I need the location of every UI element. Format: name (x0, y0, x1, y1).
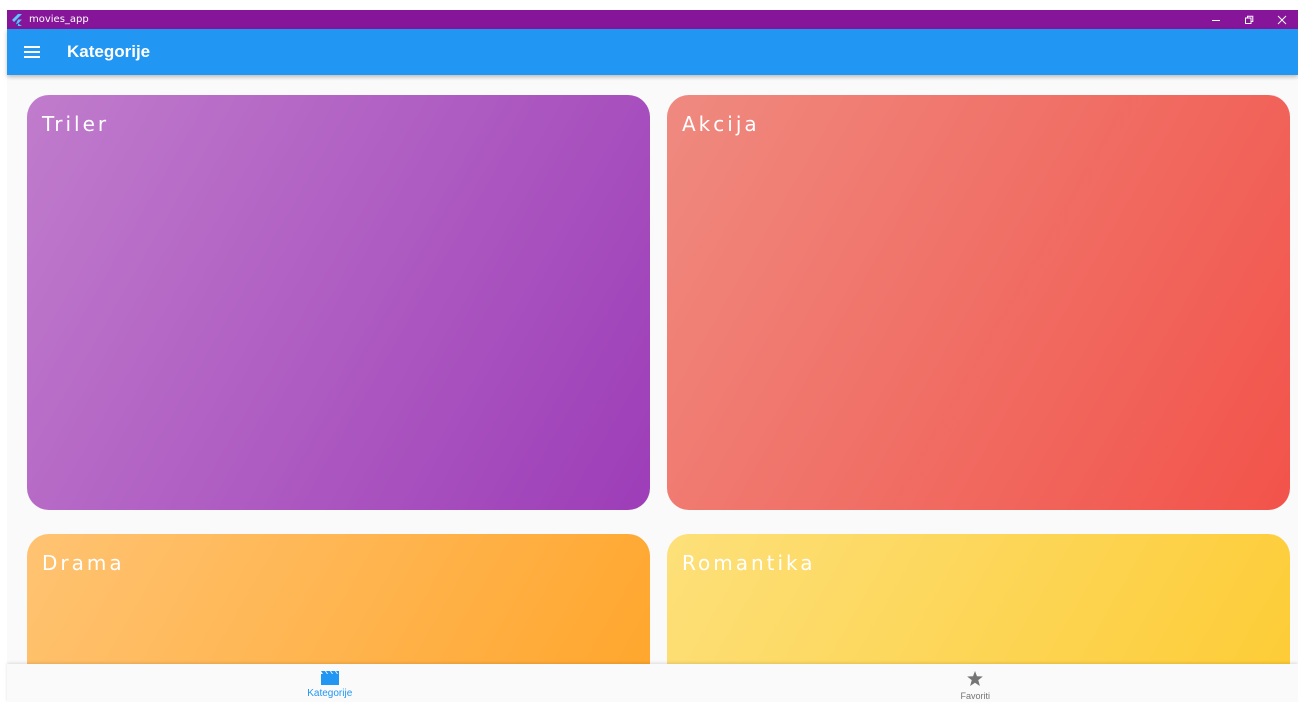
category-grid: Triler Akcija Drama Romantika (7, 75, 1298, 665)
minimize-icon (1211, 19, 1220, 21)
close-button[interactable] (1265, 10, 1298, 29)
category-label: Romantika (682, 551, 816, 575)
nav-label-kategorije: Kategorije (307, 688, 353, 699)
close-icon (1277, 15, 1286, 24)
bottom-navigation-bar: Kategorije Favoriti (7, 664, 1298, 702)
hamburger-menu-icon (24, 46, 40, 58)
menu-button[interactable] (8, 29, 56, 75)
restore-button[interactable] (1232, 10, 1265, 29)
window-controls (1199, 10, 1298, 29)
category-card-akcija[interactable]: Akcija (667, 95, 1290, 510)
restore-icon (1244, 15, 1253, 24)
app-bar: Kategorije (7, 29, 1298, 75)
category-card-romantika[interactable]: Romantika (667, 534, 1290, 665)
flutter-logo-icon (11, 13, 25, 27)
category-label: Drama (42, 551, 125, 575)
category-card-drama[interactable]: Drama (27, 534, 650, 665)
nav-item-favoriti[interactable]: Favoriti (653, 664, 1298, 702)
category-card-triler[interactable]: Triler (27, 95, 650, 510)
category-label: Akcija (682, 112, 760, 136)
category-label: Triler (42, 112, 110, 136)
page-title: Kategorije (67, 42, 151, 61)
movie-clapper-icon (320, 671, 339, 685)
minimize-button[interactable] (1199, 10, 1232, 29)
nav-label-favoriti: Favoriti (960, 691, 990, 701)
window-title: movies_app (29, 14, 89, 25)
window-titlebar: movies_app (7, 10, 1298, 29)
nav-item-kategorije[interactable]: Kategorije (7, 664, 653, 702)
star-icon (967, 671, 984, 686)
